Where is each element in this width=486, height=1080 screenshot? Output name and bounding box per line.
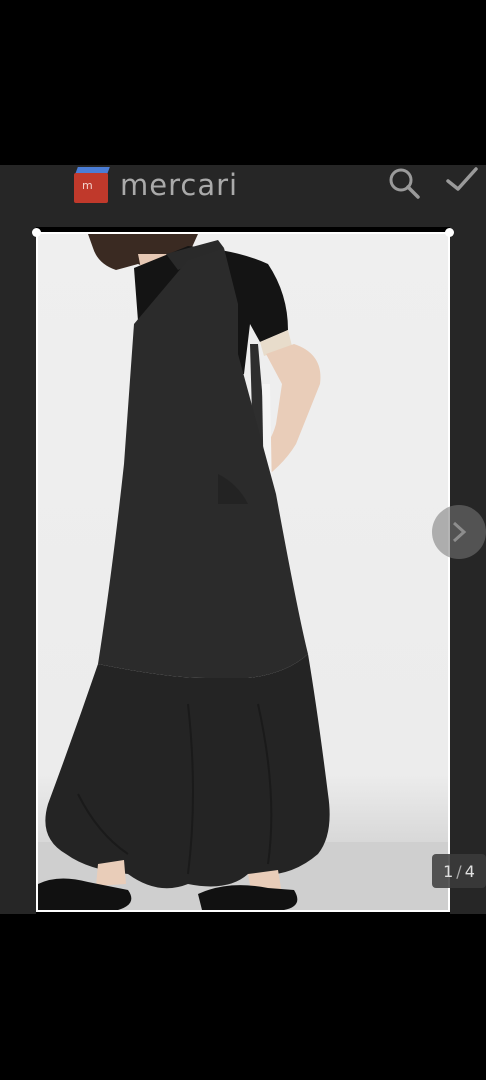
image-counter: 1 / 4 xyxy=(432,854,486,888)
mercari-logo[interactable]: m mercari xyxy=(72,165,238,205)
search-icon xyxy=(389,168,420,199)
logo-box-icon: m xyxy=(72,167,112,203)
search-button[interactable] xyxy=(386,165,422,201)
counter-separator: / xyxy=(456,861,462,881)
left-strip xyxy=(0,227,36,914)
chevron-right-icon xyxy=(452,521,467,543)
crop-handle-top-left[interactable] xyxy=(32,228,41,237)
product-photo[interactable] xyxy=(36,232,450,912)
counter-total: 4 xyxy=(464,861,475,881)
check-button[interactable] xyxy=(444,165,486,195)
next-image-button[interactable] xyxy=(432,505,486,559)
app-header: m mercari xyxy=(0,165,486,227)
right-strip xyxy=(450,227,486,914)
crop-handle-top-right[interactable] xyxy=(445,228,454,237)
check-icon xyxy=(446,167,478,191)
counter-current: 1 xyxy=(443,861,454,881)
logo-text: mercari xyxy=(120,168,239,202)
dress-illustration xyxy=(38,234,448,910)
